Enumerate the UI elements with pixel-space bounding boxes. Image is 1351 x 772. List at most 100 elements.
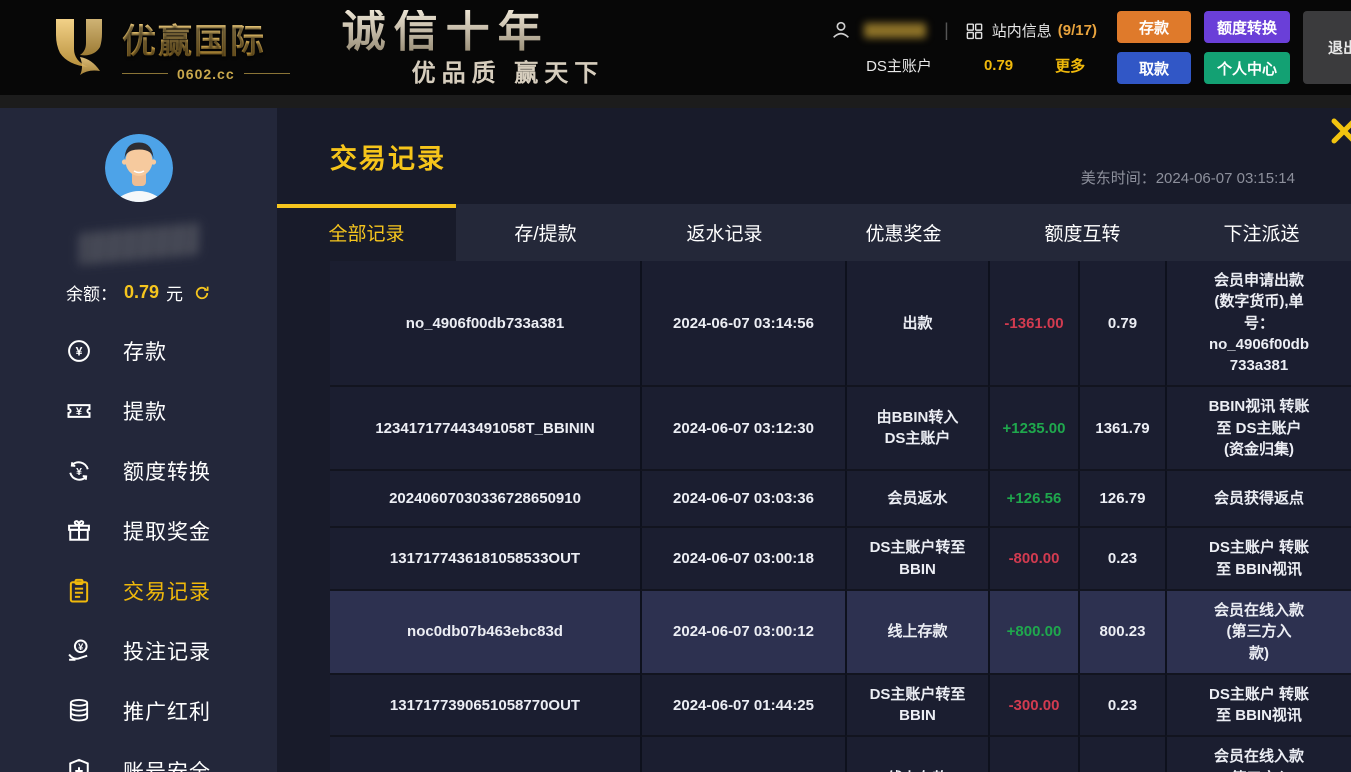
user-icon (830, 19, 852, 41)
gift-icon (65, 517, 93, 545)
table-row[interactable]: noc668290d7767bddb 2024-06-07 01:44:19 线… (330, 737, 1351, 772)
sidebar-menu-item[interactable]: 交易记录 (0, 561, 277, 621)
quota-transfer-button[interactable]: 额度转换 (1204, 11, 1290, 43)
record-tab[interactable]: 优惠奖金 (814, 204, 993, 261)
tab-label: 额度互转 (1044, 219, 1120, 246)
txn-type-cell: 由BBIN转入 DS主账户 (845, 387, 988, 471)
svg-text:¥: ¥ (76, 345, 83, 359)
sidebar-menu-item[interactable]: ¥ 投注记录 (0, 621, 277, 681)
table-row[interactable]: 123417177443491058T_BBININ 2024-06-07 03… (330, 387, 1351, 471)
mail-count-badge: (9/17) (1058, 22, 1097, 39)
sidebar-menu-label: 账号安全 (123, 756, 211, 772)
table-row[interactable]: noc0db07b463ebc83d 2024-06-07 03:00:12 线… (330, 591, 1351, 675)
txn-note-cell: 会员在线入款 (第三方入 款) (1165, 737, 1351, 772)
brand-name: 优赢国际 (122, 14, 290, 63)
txn-note-cell: BBIN视讯 转账 至 DS主账户 (资金归集) (1165, 387, 1351, 471)
balance-value: 0.79 (124, 282, 159, 303)
txn-balance-cell: 0.79 (1078, 261, 1165, 387)
txn-type-cell: DS主账户转至 BBIN (845, 675, 988, 738)
txn-id-cell: 1317177436181058533OUT (330, 528, 640, 591)
txn-balance-cell: 300.23 (1078, 737, 1165, 772)
deposit-button[interactable]: 存款 (1117, 11, 1191, 43)
balance-unit: 元 (166, 280, 183, 305)
brand-domain: 0602.cc (122, 66, 290, 82)
refresh-icon[interactable] (193, 284, 211, 302)
sidebar-menu-item[interactable]: 提取奖金 (0, 501, 277, 561)
table-row[interactable]: no_4906f00db733a381 2024-06-07 03:14:56 … (330, 261, 1351, 387)
slogan-line2: 优品质 赢天下 (412, 62, 605, 86)
txn-time-cell: 2024-06-07 03:00:18 (640, 528, 845, 591)
header-divider-strip (0, 95, 1351, 108)
divider (244, 73, 290, 74)
personal-center-button[interactable]: 个人中心 (1204, 52, 1290, 84)
sidebar-menu-label: 推广红利 (123, 696, 211, 726)
balance-label: 余额： (66, 280, 117, 305)
withdraw-button[interactable]: 取款 (1117, 52, 1191, 84)
txn-note-cell: DS主账户 转账 至 BBIN视讯 (1165, 675, 1351, 738)
sidebar-menu-item[interactable]: ¥ 存款 (0, 321, 277, 381)
header-actions: 存款 额度转换 取款 个人中心 (1117, 11, 1290, 84)
username-blurred (864, 23, 926, 38)
txn-balance-cell: 1361.79 (1078, 387, 1165, 471)
txn-type-cell: 会员返水 (845, 471, 988, 528)
more-link[interactable]: 更多 (1055, 55, 1085, 76)
sidebar: 余额： 0.79 元 ¥ 存款 ¥ 提款 ¥ 额度转换 (0, 108, 277, 772)
divider: | (944, 20, 949, 41)
txn-type-cell: DS主账户转至 BBIN (845, 528, 988, 591)
txn-balance-cell: 0.23 (1078, 675, 1165, 738)
txn-note-cell: 会员在线入款 (第三方入 款) (1165, 591, 1351, 675)
sidebar-menu-label: 提取奖金 (123, 516, 211, 546)
txn-amount-cell: +1235.00 (988, 387, 1078, 471)
txn-id-cell: no_4906f00db733a381 (330, 261, 640, 387)
txn-amount-cell: +800.00 (988, 591, 1078, 675)
wallet-label: DS主账户 (866, 55, 932, 76)
sidebar-menu-label: 交易记录 (123, 576, 211, 606)
txn-amount-cell: +126.56 (988, 471, 1078, 528)
sidebar-menu-item[interactable]: ¥ 额度转换 (0, 441, 277, 501)
sidebar-menu-item[interactable]: ¥ 提款 (0, 381, 277, 441)
sidebar-menu-item[interactable]: 推广红利 (0, 681, 277, 741)
clipboard-icon (65, 577, 93, 605)
tab-label: 存/提款 (514, 219, 576, 246)
logout-button[interactable]: 退出 (1303, 11, 1351, 84)
txn-time-cell: 2024-06-07 03:12:30 (640, 387, 845, 471)
txn-time-cell: 2024-06-07 01:44:25 (640, 675, 845, 738)
record-tab[interactable]: 下注派送 (1172, 204, 1351, 261)
txn-time-cell: 2024-06-07 03:03:36 (640, 471, 845, 528)
txn-id-cell: noc0db07b463ebc83d (330, 591, 640, 675)
txn-amount-cell: -1361.00 (988, 261, 1078, 387)
record-tab[interactable]: 全部记录 (277, 204, 456, 261)
divider (122, 73, 168, 74)
txn-id-cell: 123417177443491058T_BBININ (330, 387, 640, 471)
record-tab[interactable]: 返水记录 (635, 204, 814, 261)
sidebar-menu-item[interactable]: 账号安全 (0, 741, 277, 772)
coins-icon (65, 697, 93, 725)
table-row[interactable]: 1317177436181058533OUT 2024-06-07 03:00:… (330, 528, 1351, 591)
site-mail-link[interactable]: 站内信息 (992, 20, 1052, 41)
table-row[interactable]: 1317177390651058770OUT 2024-06-07 01:44:… (330, 675, 1351, 738)
sidebar-menu-label: 存款 (123, 336, 167, 366)
close-icon[interactable] (1327, 114, 1351, 148)
tab-label: 全部记录 (328, 219, 404, 246)
record-tab[interactable]: 额度互转 (993, 204, 1172, 261)
txn-amount-cell: -300.00 (988, 675, 1078, 738)
table-row[interactable]: 20240607030336728650910 2024-06-07 03:03… (330, 471, 1351, 528)
record-tab[interactable]: 存/提款 (456, 204, 635, 261)
bet-record-icon: ¥ (65, 637, 93, 665)
transaction-panel: 交易记录 美东时间：2024-06-07 03:15:14 全部记录 存/提款 … (277, 108, 1351, 772)
user-info: | 站内信息 (9/17) DS主账户 0.79 更多 (830, 19, 1097, 76)
txn-id-cell: 20240607030336728650910 (330, 471, 640, 528)
yen-circle-icon: ¥ (65, 337, 93, 365)
sidebar-menu-label: 提款 (123, 396, 167, 426)
username-redacted (79, 223, 199, 265)
transaction-table: no_4906f00db733a381 2024-06-07 03:14:56 … (330, 261, 1351, 772)
wallet-balance: 0.79 (984, 57, 1013, 74)
brand-logo-icon (50, 13, 108, 83)
txn-time-cell: 2024-06-07 01:44:19 (640, 737, 845, 772)
sidebar-menu-label: 额度转换 (123, 456, 211, 486)
txn-balance-cell: 126.79 (1078, 471, 1165, 528)
panel-header: 交易记录 美东时间：2024-06-07 03:15:14 (277, 108, 1351, 204)
ticket-yen-icon: ¥ (65, 397, 93, 425)
shield-icon (65, 757, 93, 772)
svg-text:¥: ¥ (78, 642, 84, 652)
